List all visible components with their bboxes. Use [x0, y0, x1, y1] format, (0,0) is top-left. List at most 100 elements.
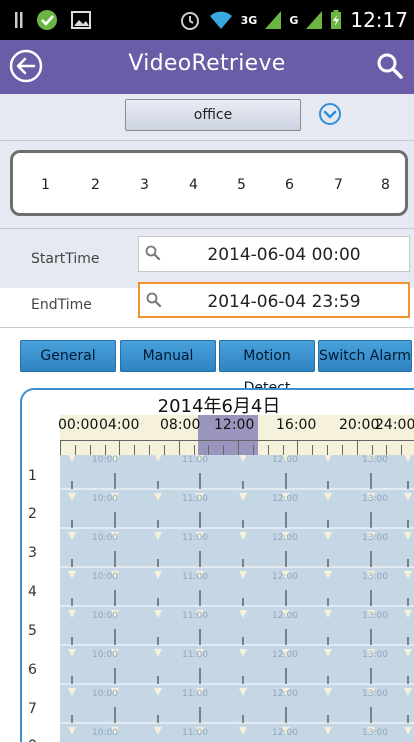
app-bar: VideoRetrieve	[0, 40, 414, 94]
page-title: VideoRetrieve	[128, 51, 286, 76]
end-time-field[interactable]: 2014-06-04 23:59	[138, 282, 410, 318]
grid-marker-glint	[324, 532, 332, 540]
grid-marker-glint	[154, 532, 162, 540]
ruler-tick	[341, 445, 343, 455]
grid-marker-glint	[404, 493, 412, 501]
grid-marker-glint	[324, 571, 332, 579]
ruler-tick	[163, 445, 165, 455]
tab-general[interactable]: General	[20, 340, 116, 372]
device-select[interactable]: office	[125, 99, 301, 131]
notification-pause-icon	[15, 12, 23, 28]
ruler-tick	[327, 445, 328, 455]
channel-2[interactable]: 2	[91, 177, 100, 193]
grid-marker-glint	[324, 610, 332, 618]
grid-marker-glint	[324, 493, 332, 501]
grid-background-time: 11:00	[182, 494, 208, 504]
channel-selector: 1 2 3 4 5 6 7 8	[10, 150, 408, 216]
row-label-1: 1	[28, 468, 37, 484]
grid-background-time: 12:00	[272, 611, 298, 621]
check-circle-icon	[37, 10, 57, 30]
signal-3g-icon	[265, 11, 282, 29]
search-icon[interactable]	[376, 52, 404, 80]
ruler-tick	[386, 445, 388, 455]
channel-6[interactable]: 6	[285, 177, 294, 193]
channel-8[interactable]: 8	[381, 177, 390, 193]
grid-marker-glint	[68, 727, 76, 735]
tab-manual[interactable]: Manual	[120, 340, 216, 372]
tab-motion-detect[interactable]: Motion Detect	[219, 340, 315, 396]
grid-lines: 10:00 11:00 12:00 13:00 10:00 11:00 12:00 13:00…	[60, 455, 414, 738]
tab-switch-alarm[interactable]: Switch Alarm	[318, 340, 412, 372]
network-3g-label: 3G	[240, 13, 258, 27]
hour-label-08: 08:00	[160, 417, 201, 433]
divider	[0, 228, 414, 229]
channel-1[interactable]: 1	[41, 177, 50, 193]
channel-3[interactable]: 3	[140, 177, 149, 193]
wifi-icon	[209, 11, 232, 29]
grid-marker-glint	[239, 649, 247, 657]
ruler-tick	[74, 445, 76, 455]
grid-marker-glint	[324, 455, 332, 462]
ruler-tick	[238, 441, 239, 455]
hour-label-20: 20:00	[339, 417, 380, 433]
ruler-tick	[134, 445, 136, 455]
grid-marker-glint	[154, 688, 162, 696]
grid-marker-glint	[404, 455, 412, 462]
hour-label-16: 16:00	[276, 417, 317, 433]
ruler-tick	[282, 445, 284, 455]
grid-background-time: 13:00	[362, 611, 388, 621]
channel-5[interactable]: 5	[237, 177, 246, 193]
grid-marker-glint	[404, 610, 412, 618]
grid-background-time: 11:00	[182, 611, 208, 621]
start-time-value: 2014-06-04 00:00	[207, 245, 361, 265]
grid-marker-glint	[154, 610, 162, 618]
row-label-2: 2	[28, 506, 37, 522]
timeline-panel[interactable]: 2014年6月4日 00:00 04:00 08:00 12:00 16:00 …	[20, 388, 414, 742]
grid-marker-glint	[68, 532, 76, 540]
grid-background-time: 12:00	[272, 572, 298, 582]
ruler-tick	[89, 445, 91, 455]
grid-background-time: 10:00	[92, 455, 118, 465]
grid-background-time: 13:00	[362, 533, 388, 543]
grid-marker-glint	[68, 571, 76, 579]
battery-charging-icon	[331, 10, 342, 29]
record-type-tabs: General Manual Motion Detect Switch Alar…	[0, 340, 414, 396]
grid-marker-glint	[154, 493, 162, 501]
recording-grid[interactable]: 10:00 11:00 12:00 13:00 10:00 11:00 12:00 13:00…	[60, 455, 414, 742]
grid-marker-glint	[154, 649, 162, 657]
grid-marker-glint	[68, 688, 76, 696]
grid-background-time: 11:00	[182, 728, 208, 738]
ruler-tick	[193, 445, 195, 455]
ruler-tick	[149, 445, 150, 455]
grid-background-time: 12:00	[272, 728, 298, 738]
grid-marker-glint	[404, 649, 412, 657]
row-label-7: 7	[28, 701, 37, 717]
ruler-tick	[371, 445, 373, 455]
chevron-down-circle-icon[interactable]	[318, 102, 342, 126]
channel-7[interactable]: 7	[334, 177, 343, 193]
grid-marker-glint	[68, 649, 76, 657]
grid-background-time: 13:00	[362, 728, 388, 738]
grid-background-time: 12:00	[272, 494, 298, 504]
grid-background-time: 10:00	[92, 572, 118, 582]
status-time: 12:17	[350, 8, 408, 32]
grid-background-time: 12:00	[272, 689, 298, 699]
start-time-field[interactable]: 2014-06-04 00:00	[138, 236, 410, 272]
grid-marker-glint	[404, 571, 412, 579]
grid-marker-glint	[239, 688, 247, 696]
row-label-5: 5	[28, 623, 37, 639]
grid-background-time: 12:00	[272, 650, 298, 660]
start-time-label: StartTime	[31, 251, 100, 267]
ruler-tick	[119, 441, 121, 455]
grid-marker-glint	[68, 455, 76, 462]
hour-label-24: 24:00	[375, 417, 414, 433]
grid-marker-glint	[239, 493, 247, 501]
hour-label-00: 00:00	[58, 417, 99, 433]
divider	[0, 140, 414, 141]
grid-background-time: 13:00	[362, 572, 388, 582]
alarm-clock-icon	[180, 12, 199, 30]
ruler-tick	[178, 441, 180, 455]
grid-marker-glint	[239, 532, 247, 540]
ruler-tick	[267, 445, 269, 455]
channel-4[interactable]: 4	[189, 177, 198, 193]
